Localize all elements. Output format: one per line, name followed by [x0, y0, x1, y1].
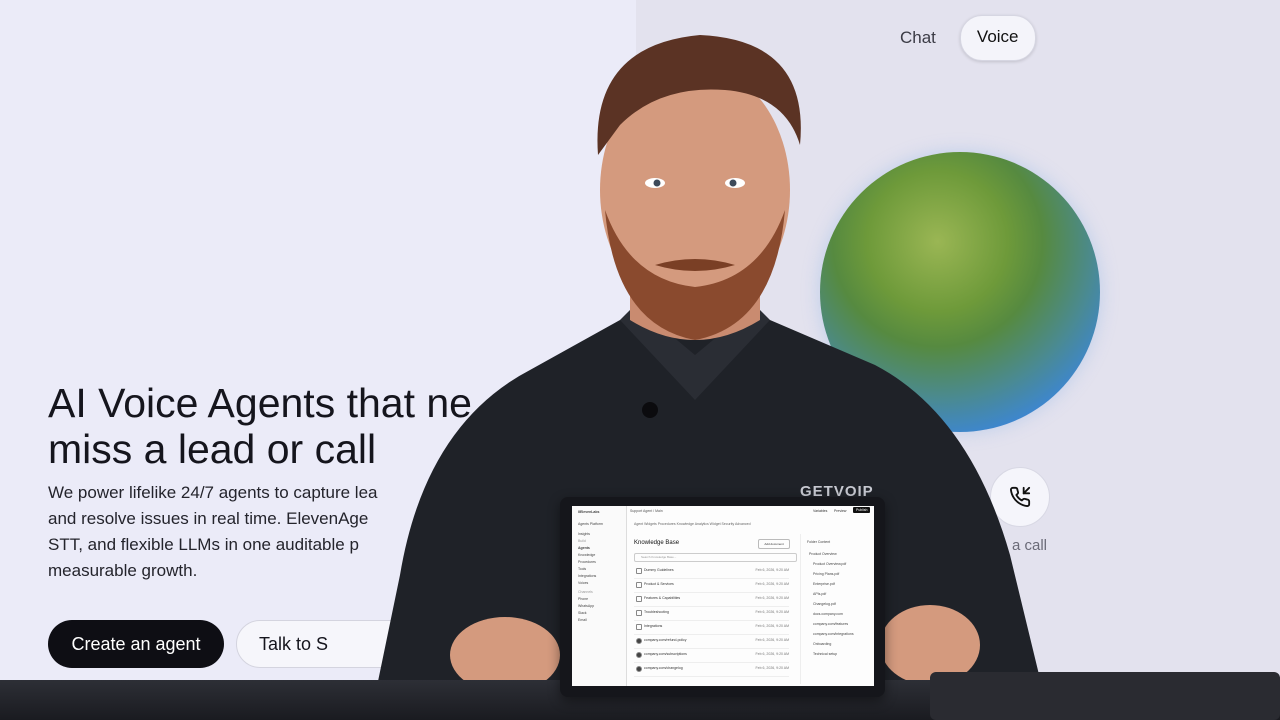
- tablet-sidebar: IIElevenLabs Agents Platform Insights Bu…: [572, 506, 627, 686]
- folder-item[interactable]: company.com/features: [813, 622, 848, 626]
- knowledge-base-title: Knowledge Base: [634, 540, 680, 546]
- variables-button[interactable]: Variables: [813, 509, 827, 513]
- side-item[interactable]: Integrations: [578, 574, 596, 578]
- table-row[interactable]: company.com/refund-policy Feb 6, 2026, 9:…: [634, 634, 789, 649]
- subtext-line-1: We power lifelike 24/7 agents to capture…: [48, 483, 378, 502]
- side-item[interactable]: Procedures: [578, 560, 596, 564]
- keyboard: [930, 672, 1280, 720]
- folder-item[interactable]: company.com/integrations: [813, 632, 854, 636]
- tablet-brand: IIElevenLabs: [578, 510, 600, 514]
- tablet-tabs[interactable]: Agent Widgets Procedures Knowledge Analy…: [634, 522, 751, 526]
- side-item[interactable]: Voices: [578, 581, 588, 585]
- table-row[interactable]: company.com/changelog Feb 6, 2026, 9:20 A…: [634, 662, 789, 677]
- globe-icon: [636, 666, 642, 672]
- side-item: Build: [578, 539, 586, 543]
- table-row[interactable]: Dummy Guidelines Feb 6, 2026, 9:20 AM: [634, 564, 789, 579]
- folder-icon: [636, 568, 642, 574]
- side-item[interactable]: Agents: [578, 546, 590, 550]
- subtext-line-4: measurable growth.: [48, 561, 198, 580]
- globe-icon: [636, 638, 642, 644]
- folder-icon: [636, 610, 642, 616]
- side-item[interactable]: Tools: [578, 567, 586, 571]
- table-row[interactable]: company.com/subscriptions Feb 6, 2026, 9:…: [634, 648, 789, 663]
- side-item[interactable]: Email: [578, 618, 587, 622]
- folder-item[interactable]: Product Overview.pdf: [813, 562, 846, 566]
- headline-line-2: miss a lead or call: [48, 426, 377, 472]
- tablet-breadcrumb: Support Agent / Main: [630, 509, 663, 513]
- tablet-screen: IIElevenLabs Agents Platform Insights Bu…: [572, 506, 874, 686]
- side-item[interactable]: Knowledge: [578, 553, 595, 557]
- subtext-line-2: and resolve issues in real time. ElevenA…: [48, 509, 369, 528]
- add-document-button[interactable]: Add document: [758, 539, 790, 549]
- table-row[interactable]: Product & Services Feb 6, 2026, 9:20 AM: [634, 578, 789, 593]
- side-item[interactable]: Slack: [578, 611, 587, 615]
- folder-item[interactable]: APIs.pdf: [813, 592, 826, 596]
- folder-item[interactable]: Pricing Plans.pdf: [813, 572, 839, 576]
- table-row[interactable]: Troubleshooting Feb 6, 2026, 9:20 AM: [634, 606, 789, 621]
- preview-button[interactable]: Preview: [834, 509, 846, 513]
- folder-content-title: Folder Content: [807, 540, 831, 544]
- side-item[interactable]: WhatsApp: [578, 604, 594, 608]
- folder-item[interactable]: Enterprise.pdf: [813, 582, 835, 586]
- side-item: Channels: [578, 590, 593, 594]
- knowledge-search-input[interactable]: Search Knowledge Base...: [634, 553, 797, 562]
- side-item[interactable]: Agents Platform: [578, 522, 603, 526]
- table-row[interactable]: Integrations Feb 6, 2026, 9:20 AM: [634, 620, 789, 635]
- folder-item[interactable]: Technical setup: [813, 652, 837, 656]
- folder-item[interactable]: Product Overview: [809, 552, 837, 556]
- globe-icon: [636, 652, 642, 658]
- folder-content-panel: Folder Content Product Overview Product …: [800, 534, 874, 684]
- publish-button[interactable]: Publish: [853, 507, 871, 513]
- folder-item[interactable]: Onboarding: [813, 642, 831, 646]
- subtext-line-3: STT, and flexible LLMs in one auditable …: [48, 535, 359, 554]
- folder-icon: [636, 582, 642, 588]
- folder-icon: [636, 624, 642, 630]
- folder-item[interactable]: docs.company.com: [813, 612, 843, 616]
- create-agent-button[interactable]: Create an agent: [48, 620, 224, 668]
- folder-icon: [636, 596, 642, 602]
- side-item[interactable]: Phone: [578, 597, 588, 601]
- table-row[interactable]: Features & Capabilities Feb 6, 2026, 9:20…: [634, 592, 789, 607]
- folder-item[interactable]: Changelog.pdf: [813, 602, 836, 606]
- side-item[interactable]: Insights: [578, 532, 590, 536]
